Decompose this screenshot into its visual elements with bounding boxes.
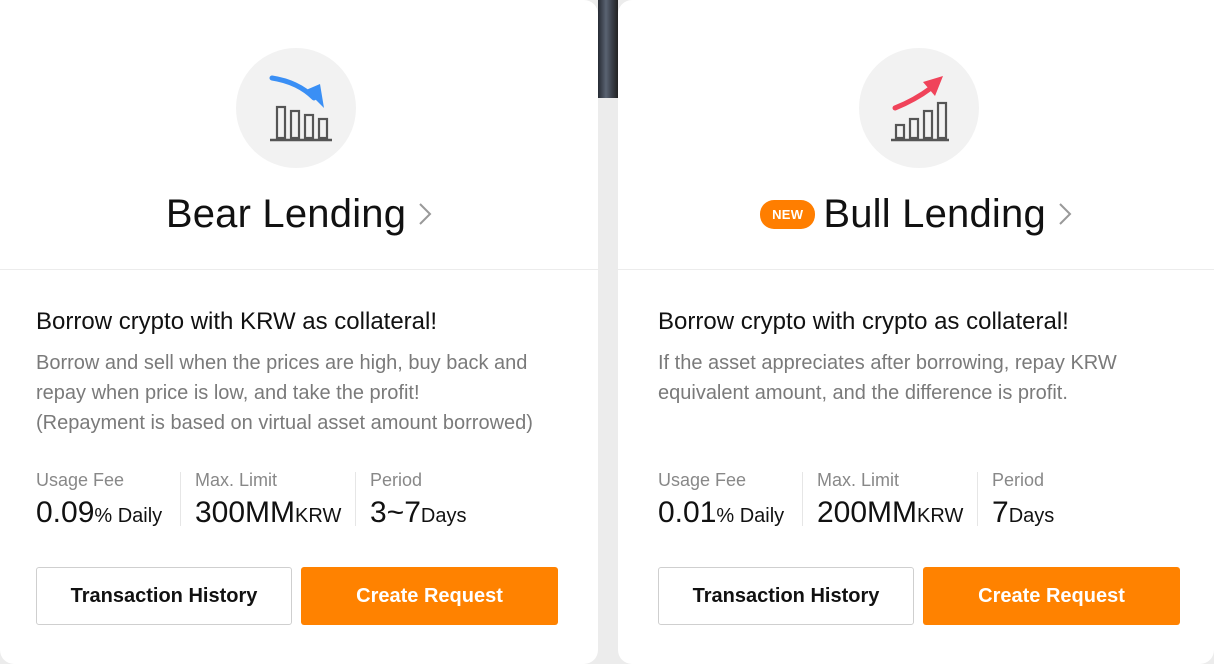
stat-unit: KRW [295,505,342,527]
usage-fee-stat: Usage Fee 0.01% Daily [658,470,784,532]
stats-row: Usage Fee 0.09% Daily Max. Limit 300MMKR… [36,470,562,532]
chevron-right-icon[interactable] [1058,201,1072,227]
stats-row: Usage Fee 0.01% Daily Max. Limit 200MMKR… [658,470,1178,532]
card-header: Bear Lending [0,0,598,270]
stat-value: 200MM [817,496,918,529]
stat-unit: Days [420,505,467,527]
new-badge: NEW [760,199,816,229]
card-subtitle: Borrow crypto with crypto as collateral! [658,308,1069,335]
stat-unit: % Daily [94,505,163,527]
transaction-history-button[interactable]: Transaction History [36,567,292,625]
stat-label: Max. Limit [817,470,900,490]
divider [180,472,181,526]
card-title[interactable]: Bear Lending [166,192,406,237]
background-strip [598,0,618,98]
transaction-history-button[interactable]: Transaction History [658,567,914,625]
stat-label: Max. Limit [195,470,278,490]
stat-value: 0.01 [658,496,717,529]
bull-lending-card: NEW Bull Lending Borrow crypto with cryp… [618,0,1214,664]
period-stat: Period 3~7Days [370,470,466,532]
stat-value: 300MM [195,496,296,529]
stat-unit: Days [1008,505,1055,527]
divider [977,472,978,526]
max-limit-stat: Max. Limit 300MMKRW [195,470,341,532]
bear-lending-card: Bear Lending Borrow crypto with KRW as c… [0,0,598,664]
bull-chart-icon [859,48,979,168]
stat-label: Period [992,470,1045,490]
divider [802,472,803,526]
stat-label: Usage Fee [658,470,747,490]
card-description: If the asset appreciates after borrowing… [658,352,1117,404]
stat-label: Period [370,470,423,490]
usage-fee-stat: Usage Fee 0.09% Daily [36,470,162,532]
card-subtitle: Borrow crypto with KRW as collateral! [36,308,438,335]
stat-unit: % Daily [716,505,785,527]
card-description: Borrow and sell when the prices are high… [36,352,533,434]
stat-value: 7 [992,496,1009,529]
stat-value: 0.09 [36,496,95,529]
divider [355,472,356,526]
create-request-button[interactable]: Create Request [923,567,1180,625]
max-limit-stat: Max. Limit 200MMKRW [817,470,963,532]
create-request-button[interactable]: Create Request [301,567,558,625]
title-row[interactable]: NEW Bull Lending [618,186,1214,242]
card-title[interactable]: Bull Lending [823,192,1046,237]
period-stat: Period 7Days [992,470,1054,532]
chevron-right-icon[interactable] [418,201,432,227]
bear-chart-icon [236,48,356,168]
stat-label: Usage Fee [36,470,125,490]
title-row[interactable]: Bear Lending [0,186,598,242]
stat-unit: KRW [917,505,964,527]
card-header: NEW Bull Lending [618,0,1214,270]
stat-value: 3~7 [370,496,421,529]
